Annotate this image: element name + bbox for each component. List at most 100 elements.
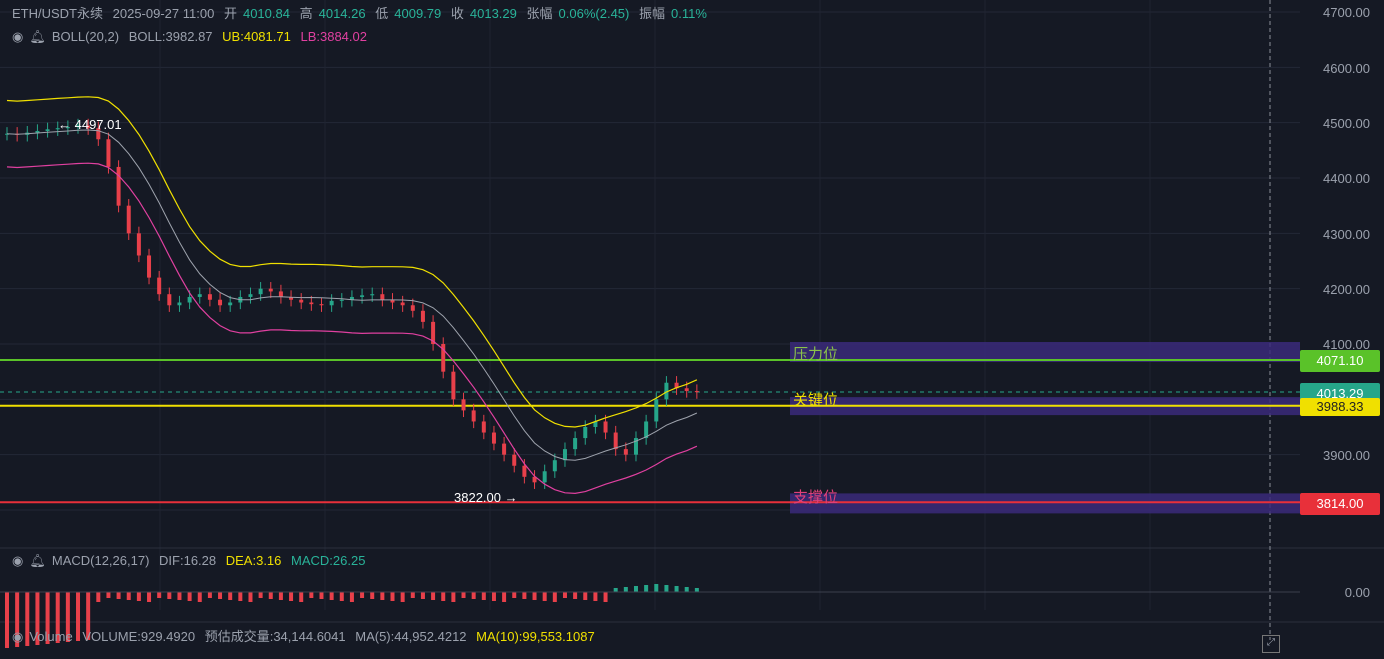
key-price-tag: 3988.33 — [1300, 398, 1380, 416]
high-value: 4014.26 — [318, 6, 366, 21]
macd-bar — [309, 592, 314, 598]
macd-bar — [491, 592, 496, 601]
eye-icon[interactable]: ◉ — [12, 629, 23, 645]
boll-lb: LB:3884.02 — [300, 29, 367, 44]
macd-bar — [512, 592, 517, 598]
symbol-label[interactable]: ETH/USDT永续 — [12, 6, 103, 21]
support-zone — [790, 493, 1300, 514]
candle-body — [573, 438, 578, 450]
macd-bar — [410, 592, 415, 598]
macd-bar — [228, 592, 233, 600]
candle-body — [380, 294, 385, 300]
macd-bar — [664, 585, 669, 592]
macd-bar — [694, 588, 699, 592]
macd-bar — [390, 592, 395, 601]
macd-bar — [481, 592, 486, 600]
y-tick: 4600.00 — [1323, 61, 1370, 76]
candle-body — [35, 130, 40, 133]
y-tick: 3900.00 — [1323, 448, 1370, 463]
candle-body — [136, 233, 141, 256]
candle-body — [167, 294, 172, 306]
candle-body — [126, 205, 131, 234]
candle-body — [197, 294, 202, 297]
candle-body — [157, 277, 162, 295]
ohlc-header: ETH/USDT永续 2025-09-27 11:00 开 4010.84 高 40… — [12, 6, 713, 22]
candle-body — [694, 391, 699, 393]
candle-body — [299, 299, 304, 303]
low-value: 4009.79 — [394, 6, 442, 21]
boll-lower-line — [6, 162, 698, 495]
resistance-price-tag: 4071.10 — [1300, 350, 1380, 372]
macd-dif: DIF:16.28 — [159, 553, 217, 568]
candle-body — [106, 139, 111, 167]
volume-ma5: MA(5):44,952.4212 — [355, 629, 467, 644]
macd-bar — [552, 592, 557, 602]
macd-bar — [644, 585, 649, 592]
volume-legend: ◉ Volume VOLUME:929.4920 预估成交量:34,144.604… — [12, 629, 601, 645]
candle-body — [329, 300, 334, 306]
candle-body — [319, 304, 324, 306]
amp-label: 振幅 — [638, 6, 665, 21]
volume-ma10: MA(10):99,553.1087 — [476, 629, 595, 644]
candle-body — [45, 129, 50, 131]
candle-body — [623, 449, 628, 455]
eye-icon[interactable]: ◉ — [12, 553, 23, 569]
volume-name[interactable]: Volume — [29, 629, 72, 644]
candle-body — [562, 449, 567, 461]
macd-bar — [258, 592, 263, 598]
chart-app: ETH/USDT永续 2025-09-27 11:00 开 4010.84 高 40… — [0, 0, 1384, 659]
eye-icon[interactable]: ◉ — [12, 29, 23, 45]
support-zone-label: 支撑位 — [793, 489, 839, 506]
macd-dea: DEA:3.16 — [225, 553, 282, 568]
macd-bar — [400, 592, 405, 602]
candle-body — [278, 291, 283, 297]
candle-body — [451, 371, 456, 400]
boll-mid: BOLL:3982.87 — [128, 29, 213, 44]
candle-body — [491, 432, 496, 444]
expand-icon[interactable]: ⤢ — [1262, 635, 1280, 653]
boll-name[interactable]: BOLL(20,2) — [52, 29, 119, 44]
macd-bar — [157, 592, 162, 598]
macd-legend: ◉ 🔔︎ MACD(12,26,17) DIF:16.28 DEA:3.16 MAC… — [12, 553, 371, 569]
macd-bar — [593, 592, 598, 601]
macd-bar — [218, 592, 223, 599]
macd-bar — [380, 592, 385, 600]
y-tick: 4400.00 — [1323, 171, 1370, 186]
macd-bar — [684, 587, 689, 592]
candle-body — [552, 460, 557, 472]
macd-bar — [268, 592, 273, 599]
macd-bar — [654, 584, 659, 592]
macd-bar — [126, 592, 131, 600]
candle-body — [248, 294, 253, 297]
bell-icon[interactable]: 🔔︎ — [29, 553, 46, 569]
low-label: 低 — [375, 6, 389, 21]
macd-bar — [177, 592, 182, 600]
candle-body — [461, 399, 466, 411]
macd-name[interactable]: MACD(12,26,17) — [52, 553, 150, 568]
candle-body — [684, 388, 689, 392]
macd-bar — [329, 592, 334, 600]
macd-bar — [147, 592, 152, 602]
volume-val: VOLUME:929.4920 — [82, 629, 196, 644]
macd-bar — [96, 592, 101, 602]
bell-icon[interactable]: 🔔︎ — [29, 29, 46, 45]
open-label: 开 — [223, 6, 237, 21]
macd-bar — [603, 592, 608, 602]
candle-body — [502, 443, 507, 455]
change-value: 0.06%(2.45) — [558, 6, 630, 21]
candle-body — [309, 302, 314, 305]
close-value: 4013.29 — [469, 6, 517, 21]
macd-bar — [623, 587, 628, 592]
candle-body — [370, 294, 375, 296]
macd-bar — [106, 592, 111, 598]
candle-body — [218, 299, 223, 306]
macd-bar — [238, 592, 243, 601]
candle-body — [360, 295, 365, 297]
candle-body — [268, 288, 273, 292]
macd-bar — [573, 592, 578, 599]
macd-bar — [532, 592, 537, 600]
macd-bar — [197, 592, 202, 602]
macd-bar — [471, 592, 476, 599]
y-tick: 4300.00 — [1323, 227, 1370, 242]
macd-bar — [370, 592, 375, 599]
